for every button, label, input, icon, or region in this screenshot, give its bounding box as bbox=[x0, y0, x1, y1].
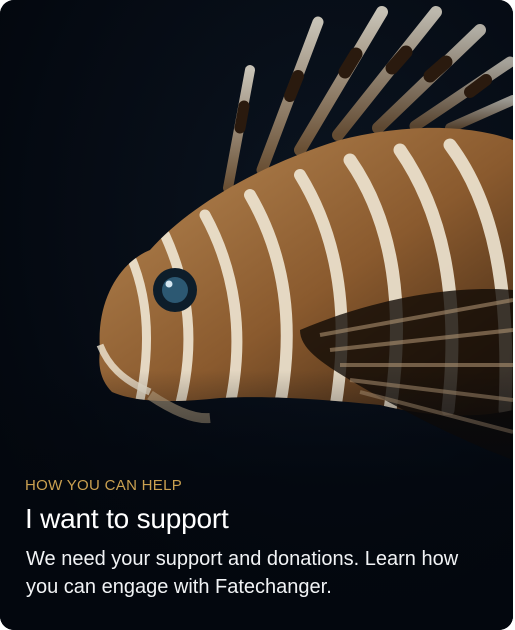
card-title[interactable]: I want to support bbox=[25, 502, 491, 536]
section-eyebrow: HOW YOU CAN HELP bbox=[25, 477, 183, 494]
card-content: HOW YOU CAN HELP I want to support We ne… bbox=[25, 477, 491, 601]
card-description: We need your support and donations. Lear… bbox=[26, 548, 459, 598]
support-card[interactable]: HOW YOU CAN HELP I want to support We ne… bbox=[0, 0, 513, 630]
